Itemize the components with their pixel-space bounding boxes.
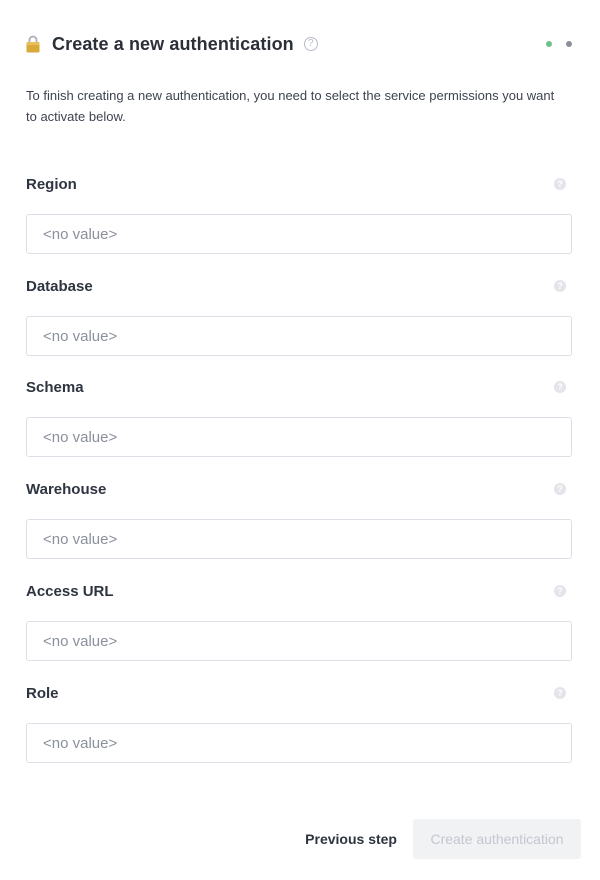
field-label-schema: Schema <box>26 378 84 396</box>
field-label-access-url: Access URL <box>26 582 114 600</box>
help-icon[interactable]: ? <box>554 585 566 597</box>
field-access-url: Access URL ? <box>26 581 572 661</box>
page-title: Create a new authentication <box>52 33 294 54</box>
panel-header: Create a new authentication ? <box>26 32 574 56</box>
question-circle-icon[interactable]: ? <box>303 37 318 51</box>
step-indicator <box>546 41 572 47</box>
footer-actions: Previous step Create authentication <box>289 819 581 859</box>
help-icon[interactable]: ? <box>554 687 566 699</box>
field-schema: Schema ? <box>26 377 572 457</box>
description-text: To finish creating a new authentication,… <box>26 88 555 124</box>
field-label-row: Region ? <box>26 174 572 194</box>
database-input[interactable] <box>26 316 572 356</box>
help-icon[interactable]: ? <box>554 381 566 393</box>
step-dot-current <box>566 41 572 47</box>
field-label-database: Database <box>26 277 93 295</box>
field-label-row: Schema ? <box>26 377 572 397</box>
role-input[interactable] <box>26 723 572 763</box>
access-url-input[interactable] <box>26 621 572 661</box>
warehouse-input[interactable] <box>26 519 572 559</box>
field-database: Database ? <box>26 276 572 356</box>
step-dot-done <box>546 41 552 47</box>
field-label-role: Role <box>26 684 59 702</box>
create-authentication-button[interactable]: Create authentication <box>413 819 581 859</box>
field-label-row: Access URL ? <box>26 581 572 601</box>
previous-step-button[interactable]: Previous step <box>289 819 413 859</box>
field-warehouse: Warehouse ? <box>26 479 572 559</box>
field-label-warehouse: Warehouse <box>26 480 107 498</box>
help-icon[interactable]: ? <box>554 178 566 190</box>
help-icon[interactable]: ? <box>554 280 566 292</box>
create-authentication-panel: Create a new authentication ? To finish … <box>0 0 600 880</box>
field-label-region: Region <box>26 175 77 193</box>
field-role: Role ? <box>26 683 572 763</box>
lock-icon <box>26 35 40 53</box>
region-input[interactable] <box>26 214 572 254</box>
field-region: Region ? <box>26 174 572 254</box>
field-label-row: Warehouse ? <box>26 479 572 499</box>
help-icon[interactable]: ? <box>554 483 566 495</box>
field-label-row: Database ? <box>26 276 572 296</box>
schema-input[interactable] <box>26 417 572 457</box>
field-label-row: Role ? <box>26 683 572 703</box>
